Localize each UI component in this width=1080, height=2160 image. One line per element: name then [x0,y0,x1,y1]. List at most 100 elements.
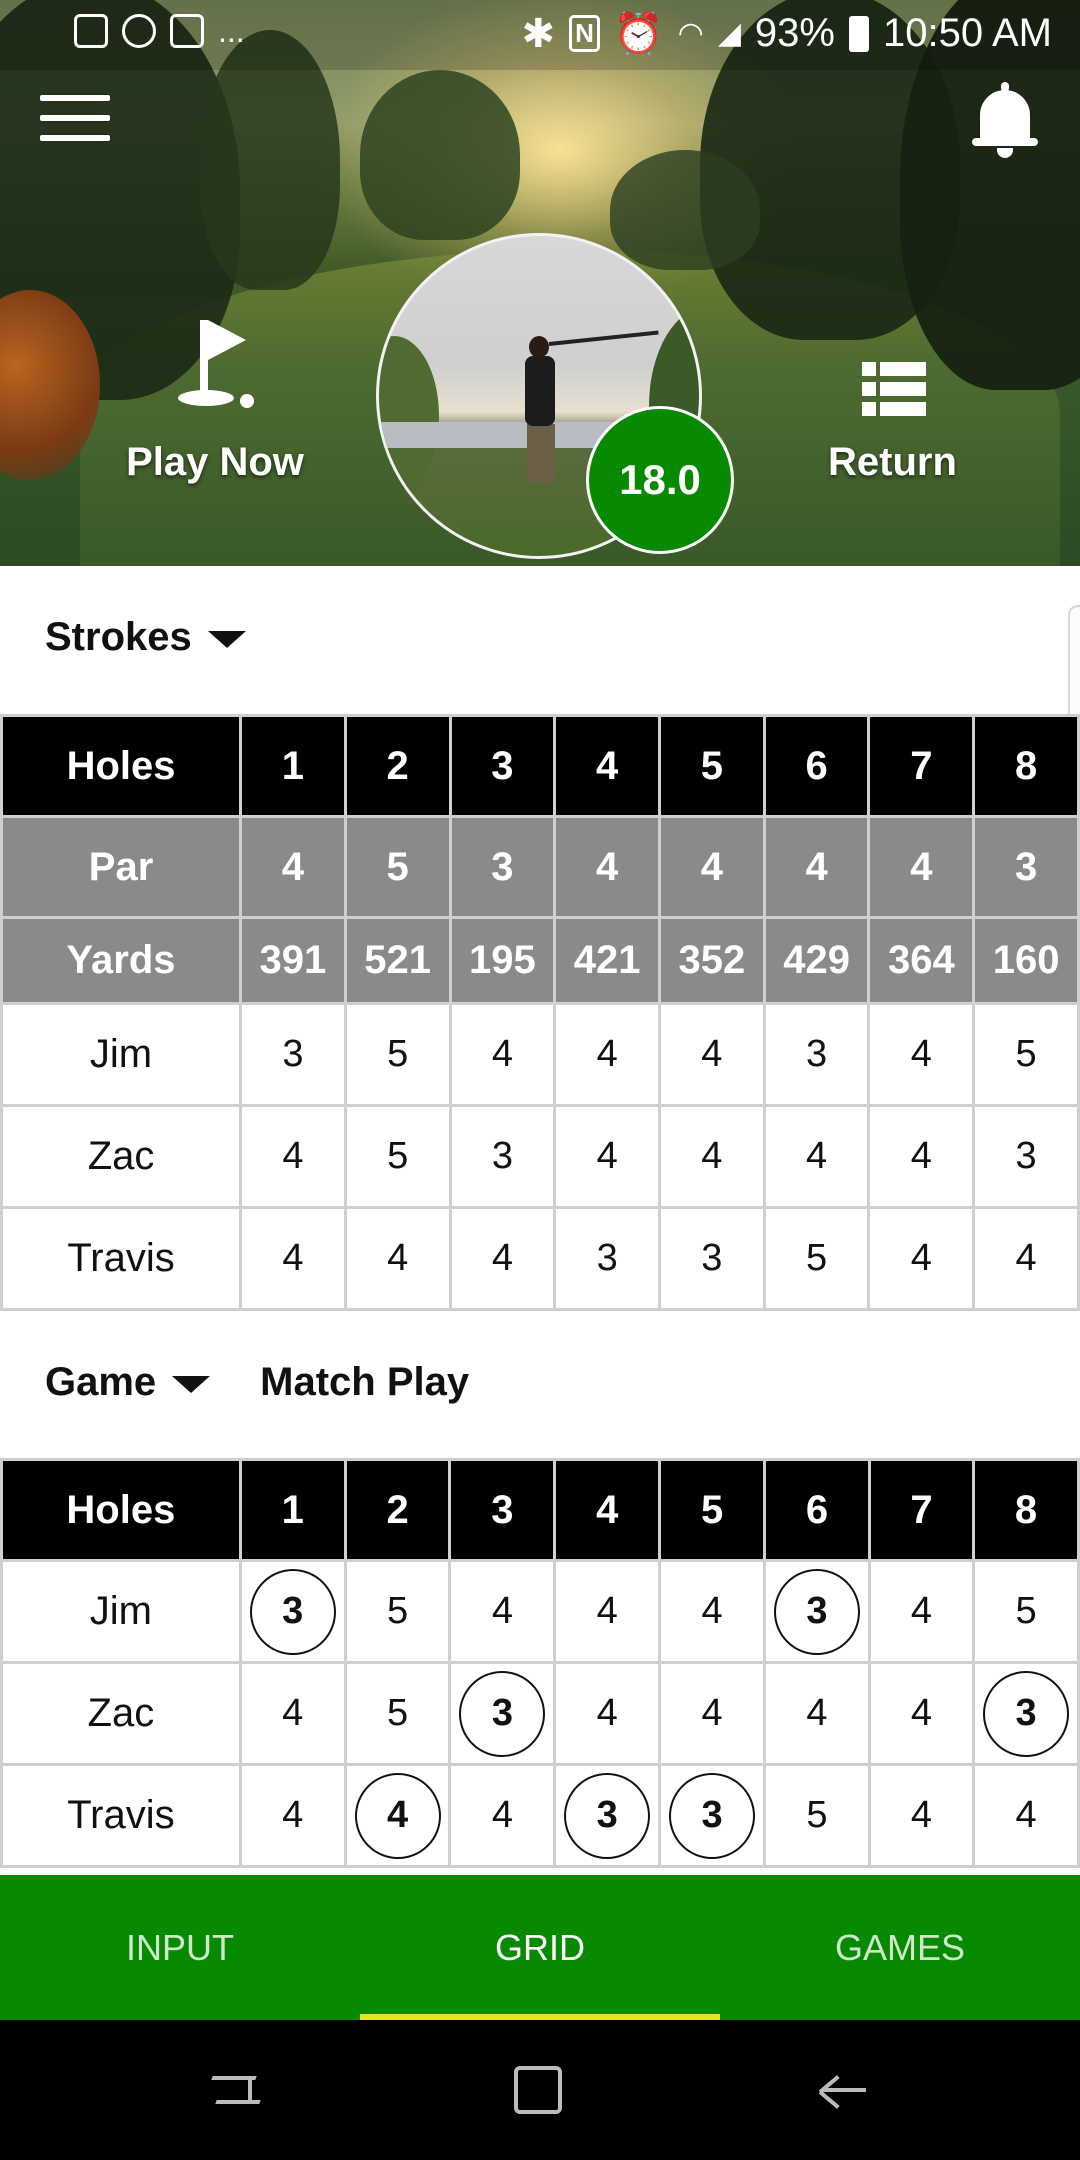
par-value: 5 [343,815,452,919]
recent-apps-icon[interactable] [211,2068,261,2112]
tab-grid[interactable]: GRID [360,1875,720,2020]
par-label: Par [0,815,243,919]
holes-header: Holes [0,1458,242,1562]
score-cell[interactable]: 3 [448,1104,557,1209]
par-value: 3 [448,815,557,919]
score-cell[interactable]: 4 [448,1002,557,1107]
tab-input-label: INPUT [126,1927,234,1968]
player-name[interactable]: Zac [0,1104,243,1209]
score-cell[interactable]: 4 [343,1206,452,1311]
par-value: 4 [239,815,347,919]
hole-number: 8 [972,1458,1080,1562]
tab-input[interactable]: INPUT [0,1875,360,2020]
score-cell[interactable]: 4 [867,1002,976,1107]
hole-number: 1 [238,1458,347,1562]
hole-winner-circle: 4 [354,1772,441,1859]
hole-number: 2 [343,714,452,818]
image-icon [74,14,108,48]
game-score-cell: 4 [553,1559,662,1664]
yards-value: 421 [553,916,661,1005]
bottom-tab-bar: INPUT GRID GAMES [0,1875,1080,2020]
tab-games-label: GAMES [834,1927,966,1968]
score-cell[interactable]: 3 [762,1002,871,1107]
score-cell[interactable]: 4 [553,1104,661,1209]
score-cell[interactable]: 4 [239,1104,347,1209]
game-mode-label: Match Play [260,1360,470,1404]
notification-bell-icon[interactable] [972,80,1038,160]
yards-value: 160 [972,916,1080,1005]
hole-number: 1 [239,714,347,818]
score-cell[interactable]: 3 [239,1002,347,1107]
score-cell[interactable]: 4 [553,1002,661,1107]
score-cell[interactable]: 4 [239,1206,347,1311]
strokes-selector[interactable]: Strokes [45,615,246,660]
game-score-cell: 4 [867,1559,976,1664]
game-score-cell: 5 [343,1559,452,1664]
yards-value: 364 [867,916,976,1005]
game-score-cell: 5 [972,1559,1080,1664]
game-score-cell: 3 [763,1559,871,1664]
player-row-jim: Jim 3 5 4 4 4 3 4 5 [0,1002,1080,1107]
score-cell[interactable]: 5 [972,1002,1080,1107]
par-value: 4 [553,815,661,919]
game-score-cell: 3 [972,1661,1080,1766]
score-cell[interactable]: 4 [658,1104,766,1209]
hole-winner-circle: 3 [669,1772,756,1859]
header-banner: ... ✱ N ⏰ ◠ ◢ 93% 10:50 AM Play Now Retu… [0,0,1080,566]
hole-number: 5 [658,1458,767,1562]
game-score-cell: 4 [658,1661,767,1766]
holes-row: Holes 1 2 3 4 5 6 7 8 [0,714,1080,818]
score-cell[interactable]: 5 [762,1206,871,1311]
yards-value: 352 [658,916,766,1005]
score-cell[interactable]: 4 [867,1104,976,1209]
holes-header: Holes [0,714,243,818]
hole-number: 3 [448,1458,557,1562]
back-arrow-icon[interactable] [818,2070,866,2110]
score-cell[interactable]: 5 [343,1002,452,1107]
golf-flag-icon [178,318,258,418]
score-cell[interactable]: 3 [658,1206,766,1311]
yards-value: 521 [343,916,452,1005]
game-score-cell: 4 [972,1763,1080,1868]
strokes-selector-label: Strokes [45,615,192,659]
game-score-cell: 5 [763,1763,871,1868]
bluetooth-icon: ✱ [521,11,556,56]
game-score-cell: 4 [343,1763,452,1868]
mail-icon [170,14,204,48]
hole-number: 4 [553,714,661,818]
tab-games[interactable]: GAMES [720,1875,1080,2020]
hole-number: 5 [658,714,766,818]
hamburger-menu-icon[interactable] [40,95,110,143]
player-name[interactable]: Travis [0,1206,243,1311]
yards-label: Yards [0,916,243,1005]
score-cell[interactable]: 5 [343,1104,452,1209]
hole-number: 7 [867,714,976,818]
game-selector[interactable]: Game Match Play [45,1360,469,1405]
player-row-zac: Zac 4 5 3 4 4 4 4 3 [0,1104,1080,1209]
player-name[interactable]: Jim [0,1002,243,1107]
player-name: Zac [0,1661,242,1766]
game-score-cell: 4 [658,1559,767,1664]
clock: 10:50 AM [882,11,1052,55]
notification-icons: ... [74,14,245,48]
hole-number: 8 [972,714,1080,818]
score-cell[interactable]: 4 [972,1206,1080,1311]
play-now-label: Play Now [126,440,304,484]
battery-level: 93% [754,11,835,55]
background-tree [360,70,520,240]
par-row: Par 4 5 3 4 4 4 4 3 [0,815,1080,919]
game-score-cell: 4 [448,1763,557,1868]
game-row-zac: Zac 4 5 3 4 4 4 4 3 [0,1661,1080,1766]
score-cell[interactable]: 4 [762,1104,871,1209]
score-cell[interactable]: 4 [448,1206,557,1311]
hole-winner-circle: 3 [249,1568,336,1655]
hole-winner-circle: 3 [983,1670,1070,1757]
status-bar: ... ✱ N ⏰ ◠ ◢ 93% 10:50 AM [0,0,1080,70]
score-cell[interactable]: 3 [972,1104,1080,1209]
score-cell[interactable]: 3 [553,1206,661,1311]
game-score-cell: 3 [553,1763,662,1868]
home-icon[interactable] [514,2066,562,2114]
score-cell[interactable]: 4 [867,1206,976,1311]
score-cell[interactable]: 4 [658,1002,766,1107]
par-value: 3 [972,815,1080,919]
